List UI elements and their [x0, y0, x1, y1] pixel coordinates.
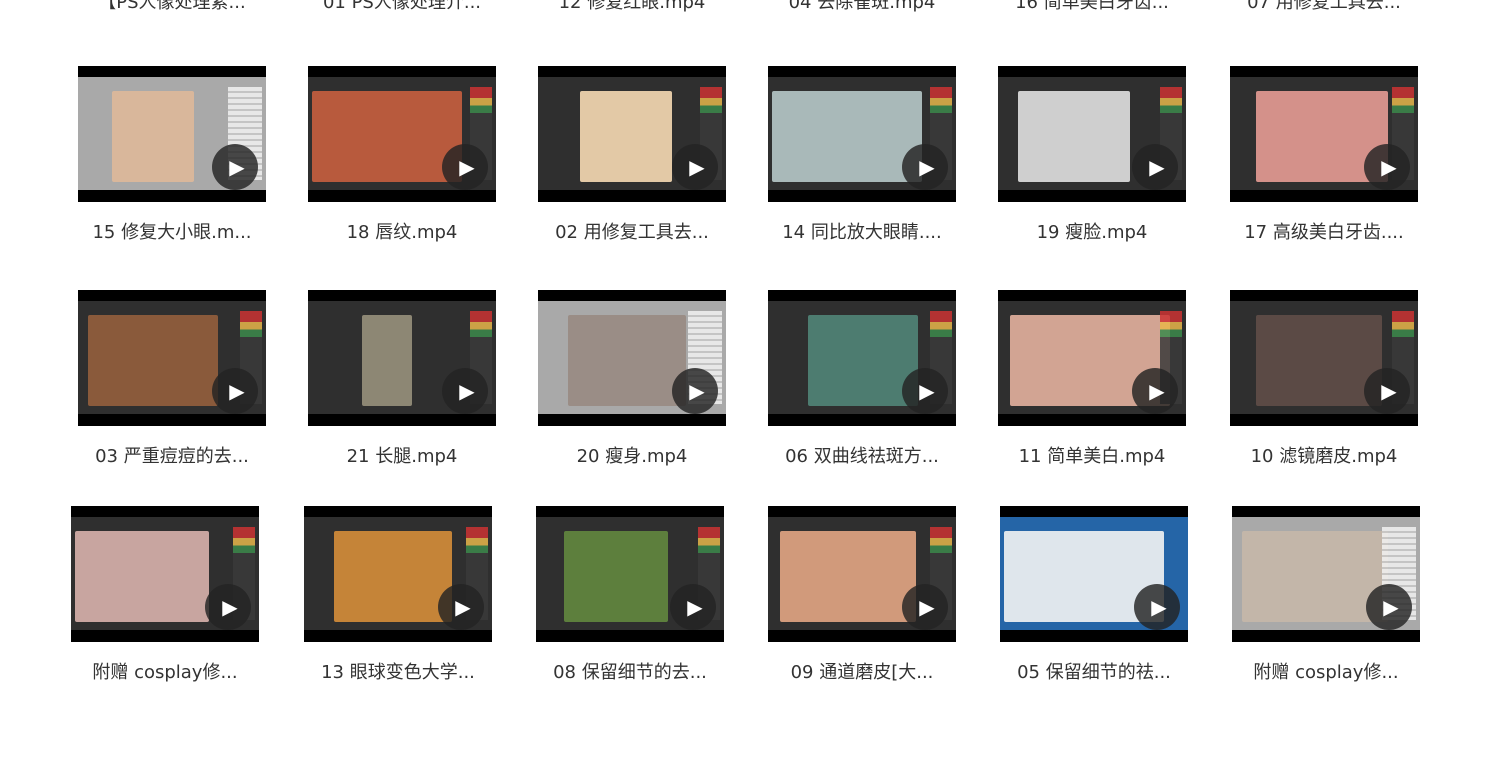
play-icon[interactable]: ▶	[672, 368, 718, 414]
play-icon[interactable]: ▶	[205, 584, 251, 630]
video-file-name[interactable]: 09 通道磨皮[大...	[768, 658, 956, 684]
play-icon[interactable]: ▶	[1132, 368, 1178, 414]
video-thumbnail[interactable]: ▶	[78, 66, 266, 202]
video-thumbnail[interactable]: ▶	[998, 66, 1186, 202]
video-file-name[interactable]: 19 瘦脸.mp4	[998, 218, 1186, 244]
video-file-name[interactable]: 附赠 cosplay修...	[1232, 658, 1420, 684]
video-file-item[interactable]: ▶ 08 保留细节的去...	[536, 506, 724, 684]
video-file-name[interactable]: 11 简单美白.mp4	[998, 442, 1186, 468]
file-label-top[interactable]: 07 用修复工具去...	[1230, 0, 1418, 18]
video-file-item[interactable]: ▶ 附赠 cosplay修...	[1232, 506, 1420, 684]
video-file-item[interactable]: ▶ 20 瘦身.mp4	[538, 290, 726, 468]
video-file-name[interactable]: 08 保留细节的去...	[536, 658, 724, 684]
thumbnail-image	[334, 531, 452, 622]
video-file-name[interactable]: 18 唇纹.mp4	[308, 218, 496, 244]
thumbnail-image	[112, 91, 194, 182]
video-file-item[interactable]: ▶ 15 修复大小眼.m...	[78, 66, 266, 244]
file-label-top[interactable]: 16 简单美白牙齿...	[998, 0, 1186, 18]
video-file-name[interactable]: 05 保留细节的祛...	[1000, 658, 1188, 684]
thumbnail-image	[772, 91, 922, 182]
thumbnail-image	[780, 531, 916, 622]
video-file-name[interactable]: 02 用修复工具去...	[538, 218, 726, 244]
video-thumbnail[interactable]: ▶	[998, 290, 1186, 426]
video-thumbnail[interactable]: ▶	[1000, 506, 1188, 642]
video-file-name[interactable]: 15 修复大小眼.m...	[78, 218, 266, 244]
play-icon[interactable]: ▶	[442, 144, 488, 190]
video-thumbnail[interactable]: ▶	[538, 66, 726, 202]
video-file-item[interactable]: ▶ 21 长腿.mp4	[308, 290, 496, 468]
thumbnail-image	[568, 315, 686, 406]
play-icon[interactable]: ▶	[902, 368, 948, 414]
video-file-name[interactable]: 17 高级美白牙齿....	[1230, 218, 1418, 244]
play-icon[interactable]: ▶	[212, 144, 258, 190]
thumbnail-image	[312, 91, 462, 182]
video-file-name[interactable]: 10 滤镜磨皮.mp4	[1230, 442, 1418, 468]
play-icon[interactable]: ▶	[1366, 584, 1412, 630]
video-thumbnail[interactable]: ▶	[308, 66, 496, 202]
video-file-item[interactable]: ▶ 17 高级美白牙齿....	[1230, 66, 1418, 244]
video-file-name[interactable]: 附赠 cosplay修...	[71, 658, 259, 684]
thumbnail-image	[580, 91, 672, 182]
video-thumbnail[interactable]: ▶	[1230, 290, 1418, 426]
video-file-item[interactable]: ▶ 03 严重痘痘的去...	[78, 290, 266, 468]
video-thumbnail[interactable]: ▶	[1232, 506, 1420, 642]
video-grid: 【PS人像处理紧... 01 PS人像处理介... 12 修复红眼.mp4 04…	[0, 0, 1500, 782]
video-file-item[interactable]: ▶ 附赠 cosplay修...	[71, 506, 259, 684]
file-label-top[interactable]: 01 PS人像处理介...	[308, 0, 496, 18]
video-thumbnail[interactable]: ▶	[304, 506, 492, 642]
video-thumbnail[interactable]: ▶	[308, 290, 496, 426]
video-thumbnail[interactable]: ▶	[78, 290, 266, 426]
play-icon[interactable]: ▶	[902, 144, 948, 190]
file-label-top[interactable]: 【PS人像处理紧...	[78, 0, 266, 18]
video-file-item[interactable]: ▶ 13 眼球变色大学...	[304, 506, 492, 684]
video-file-name[interactable]: 03 严重痘痘的去...	[78, 442, 266, 468]
video-thumbnail[interactable]: ▶	[768, 66, 956, 202]
video-file-name[interactable]: 06 双曲线祛斑方...	[768, 442, 956, 468]
thumbnail-image	[1018, 91, 1130, 182]
play-icon[interactable]: ▶	[212, 368, 258, 414]
video-thumbnail[interactable]: ▶	[1230, 66, 1418, 202]
play-icon[interactable]: ▶	[1364, 144, 1410, 190]
file-label-top[interactable]: 04 去除雀斑.mp4	[768, 0, 956, 18]
video-file-name[interactable]: 21 长腿.mp4	[308, 442, 496, 468]
thumbnail-image	[75, 531, 209, 622]
play-icon[interactable]: ▶	[1364, 368, 1410, 414]
video-file-item[interactable]: ▶ 18 唇纹.mp4	[308, 66, 496, 244]
video-file-name[interactable]: 14 同比放大眼睛....	[768, 218, 956, 244]
video-file-item[interactable]: ▶ 09 通道磨皮[大...	[768, 506, 956, 684]
video-file-item[interactable]: ▶ 19 瘦脸.mp4	[998, 66, 1186, 244]
video-file-name[interactable]: 13 眼球变色大学...	[304, 658, 492, 684]
play-icon[interactable]: ▶	[438, 584, 484, 630]
play-icon[interactable]: ▶	[1134, 584, 1180, 630]
video-thumbnail[interactable]: ▶	[538, 290, 726, 426]
video-thumbnail[interactable]: ▶	[536, 506, 724, 642]
video-file-item[interactable]: ▶ 06 双曲线祛斑方...	[768, 290, 956, 468]
video-file-item[interactable]: ▶ 02 用修复工具去...	[538, 66, 726, 244]
play-icon[interactable]: ▶	[1132, 144, 1178, 190]
video-file-item[interactable]: ▶ 14 同比放大眼睛....	[768, 66, 956, 244]
video-file-item[interactable]: ▶ 10 滤镜磨皮.mp4	[1230, 290, 1418, 468]
video-file-item[interactable]: ▶ 05 保留细节的祛...	[1000, 506, 1188, 684]
play-icon[interactable]: ▶	[670, 584, 716, 630]
video-file-name[interactable]: 20 瘦身.mp4	[538, 442, 726, 468]
thumbnail-image	[88, 315, 218, 406]
thumbnail-image	[362, 315, 412, 406]
video-thumbnail[interactable]: ▶	[768, 290, 956, 426]
file-label-top[interactable]: 12 修复红眼.mp4	[538, 0, 726, 18]
play-icon[interactable]: ▶	[672, 144, 718, 190]
video-thumbnail[interactable]: ▶	[768, 506, 956, 642]
video-file-item[interactable]: ▶ 11 简单美白.mp4	[998, 290, 1186, 468]
play-icon[interactable]: ▶	[902, 584, 948, 630]
play-icon[interactable]: ▶	[442, 368, 488, 414]
video-thumbnail[interactable]: ▶	[71, 506, 259, 642]
thumbnail-image	[564, 531, 668, 622]
